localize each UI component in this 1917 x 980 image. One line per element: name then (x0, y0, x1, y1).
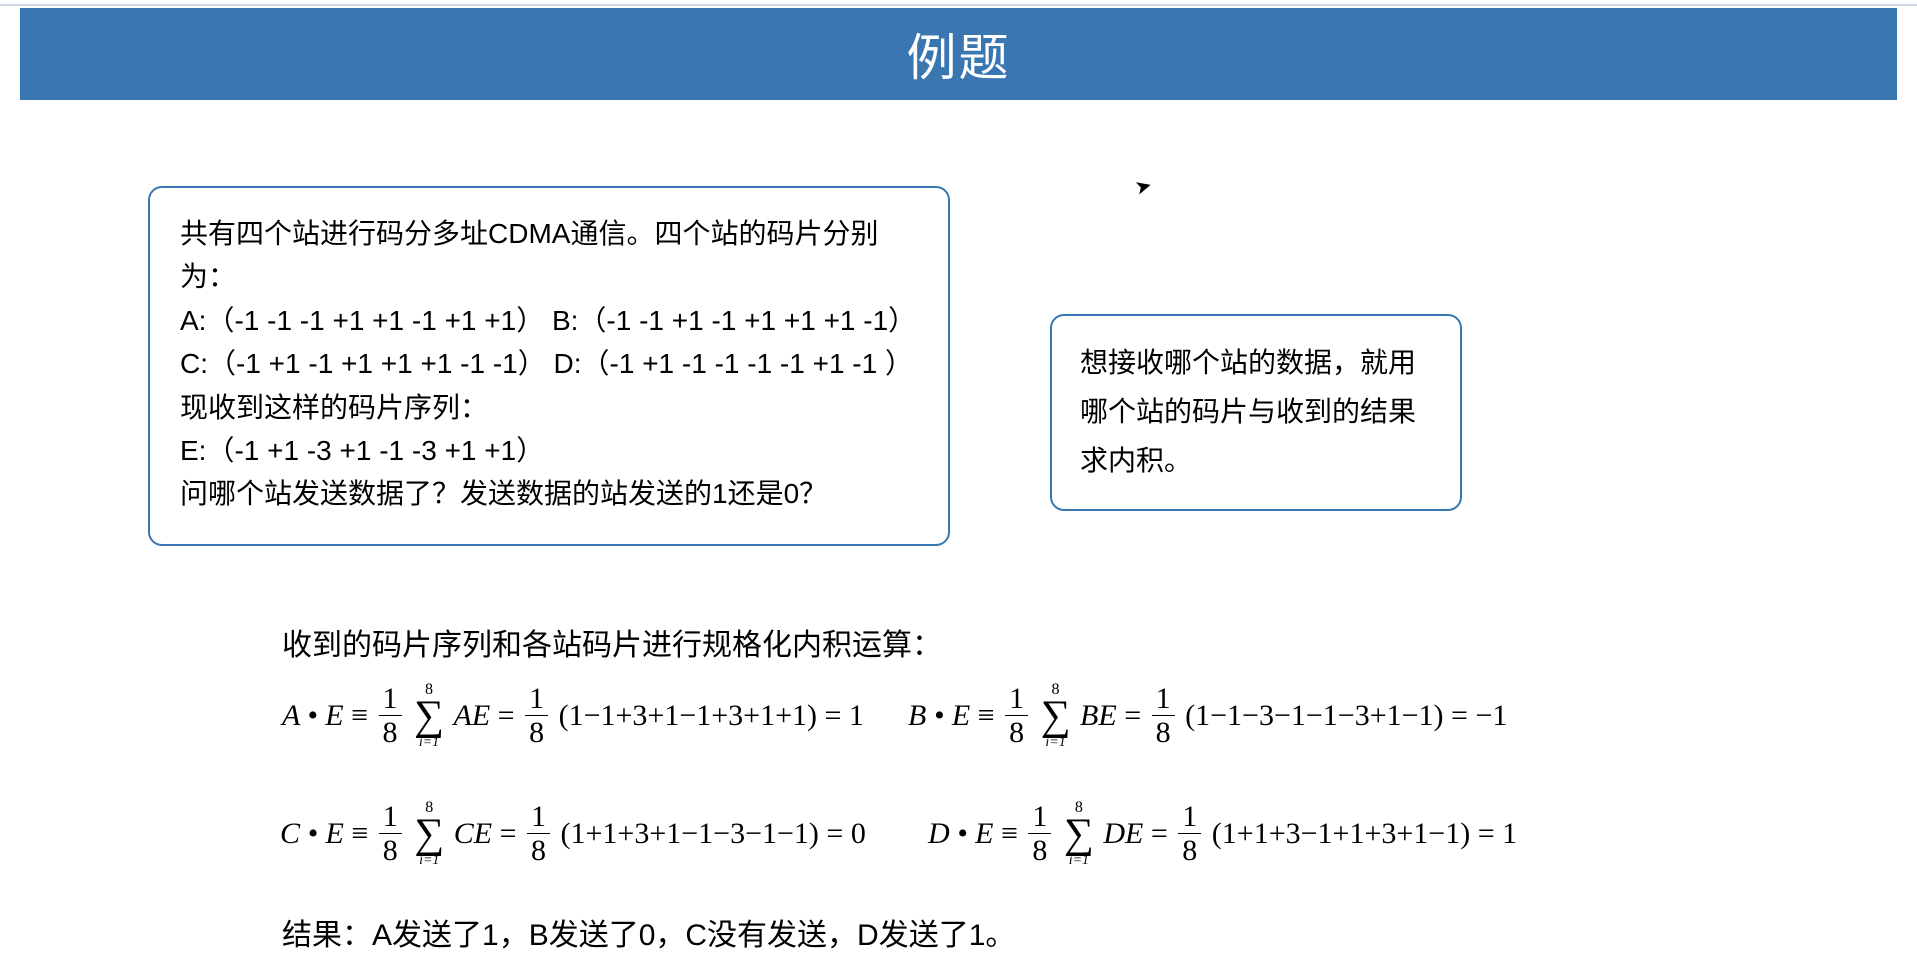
frac-den: 8 (527, 834, 550, 867)
one-eighth: 1 8 (525, 682, 548, 749)
sigma: 8 ∑ i=1 (1064, 800, 1094, 868)
formula-C-expansion: (1+1+3+1−1−3−1−1) = 0 (560, 817, 865, 850)
equiv-sign: ≡ (1001, 817, 1018, 850)
sigma-icon: ∑ (414, 816, 444, 854)
one-eighth: 1 8 (1005, 682, 1028, 749)
problem-box: 共有四个站进行码分多址CDMA通信。四个站的码片分别为： A:（-1 -1 -1… (148, 186, 950, 546)
hint-box: 想接收哪个站的数据，就用哪个站的码片与收到的结果求内积。 (1050, 314, 1462, 511)
formula-D-lhs: D • E (928, 817, 994, 850)
formula-A-term: AE (454, 699, 491, 732)
equiv-sign: ≡ (978, 699, 995, 732)
frac-num: 1 (1005, 682, 1028, 716)
one-eighth: 1 8 (379, 800, 402, 867)
sigma: 8 ∑ i=1 (414, 800, 444, 868)
frac-num: 1 (379, 682, 402, 716)
formula-D-term: DE (1103, 817, 1143, 850)
formula-A: A • E ≡ 1 8 8 ∑ i=1 AE = 1 8 (1−1+3+1−1+… (282, 682, 864, 750)
equals-sign: = (498, 699, 515, 732)
frac-num: 1 (525, 682, 548, 716)
problem-line-1: 共有四个站进行码分多址CDMA通信。四个站的码片分别为： (180, 212, 918, 299)
problem-line-4: 现收到这样的码片序列： (180, 386, 918, 429)
formula-C-term: CE (454, 817, 492, 850)
one-eighth: 1 8 (527, 800, 550, 867)
one-eighth: 1 8 (1178, 800, 1201, 867)
hint-text: 想接收哪个站的数据，就用哪个站的码片与收到的结果求内积。 (1080, 347, 1416, 476)
problem-line-5: E:（-1 +1 -3 +1 -1 -3 +1 +1） (180, 429, 918, 472)
one-eighth: 1 8 (1028, 800, 1051, 867)
frac-den: 8 (525, 716, 548, 749)
frac-num: 1 (1028, 800, 1051, 834)
frac-den: 8 (379, 716, 402, 749)
frac-den: 8 (1005, 716, 1028, 749)
problem-line-2: A:（-1 -1 -1 +1 +1 -1 +1 +1） B:（-1 -1 +1 … (180, 299, 918, 342)
formula-C-lhs: C • E (280, 817, 344, 850)
formula-D: D • E ≡ 1 8 8 ∑ i=1 DE = 1 8 (1+1+3−1+1+… (928, 800, 1517, 868)
problem-line-6: 问哪个站发送数据了？发送数据的站发送的1还是0？ (180, 472, 918, 515)
formula-B-expansion: (1−1−3−1−1−3+1−1) = −1 (1185, 699, 1507, 732)
sigma-icon: ∑ (1064, 816, 1094, 854)
frac-den: 8 (1028, 834, 1051, 867)
equals-sign: = (1124, 699, 1141, 732)
frac-den: 8 (1152, 716, 1175, 749)
formula-B: B • E ≡ 1 8 8 ∑ i=1 BE = 1 8 (1−1−3−1−1−… (908, 682, 1507, 750)
one-eighth: 1 8 (379, 682, 402, 749)
frac-num: 1 (527, 800, 550, 834)
formula-C: C • E ≡ 1 8 8 ∑ i=1 CE = 1 8 (1+1+3+1−1−… (280, 800, 866, 868)
equiv-sign: ≡ (351, 699, 368, 732)
banner-title: 例题 (907, 18, 1011, 90)
sigma: 8 ∑ i=1 (1041, 682, 1071, 750)
formula-A-lhs: A • E (282, 699, 344, 732)
equiv-sign: ≡ (351, 817, 368, 850)
one-eighth: 1 8 (1152, 682, 1175, 749)
top-rule (0, 0, 1917, 6)
solution-heading: 收到的码片序列和各站码片进行规格化内积运算： (282, 620, 942, 664)
formula-A-expansion: (1−1+3+1−1+3+1+1) = 1 (559, 699, 864, 732)
formula-D-expansion: (1+1+3−1+1+3+1−1) = 1 (1212, 817, 1517, 850)
result-line: 结果：A发送了1，B发送了0，C没有发送，D发送了1。 (282, 910, 1015, 954)
formula-B-term: BE (1080, 699, 1117, 732)
frac-den: 8 (1178, 834, 1201, 867)
frac-num: 1 (1178, 800, 1201, 834)
problem-line-3: C:（-1 +1 -1 +1 +1 +1 -1 -1） D:（-1 +1 -1 … (180, 342, 918, 385)
frac-num: 1 (1152, 682, 1175, 716)
title-banner: 例题 (20, 8, 1897, 100)
sigma-icon: ∑ (1041, 698, 1071, 736)
sigma-icon: ∑ (414, 698, 444, 736)
frac-num: 1 (379, 800, 402, 834)
equals-sign: = (500, 817, 517, 850)
equals-sign: = (1151, 817, 1168, 850)
formula-B-lhs: B • E (908, 699, 970, 732)
sigma: 8 ∑ i=1 (414, 682, 444, 750)
frac-den: 8 (379, 834, 402, 867)
mouse-cursor-icon: ➤ (1132, 172, 1155, 200)
